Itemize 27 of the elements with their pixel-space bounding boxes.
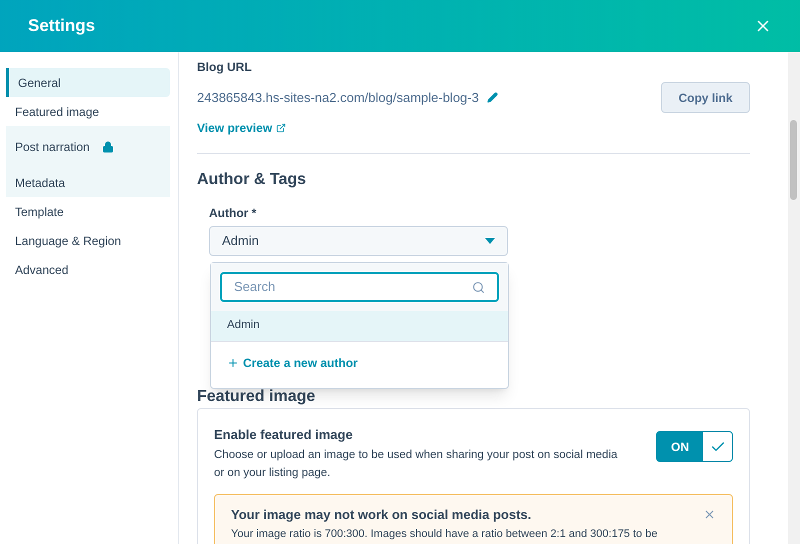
search-field[interactable]: Search xyxy=(220,272,499,302)
option-description: Choose or upload an image to be used when sharing your post on social media or on your listing page. xyxy=(214,448,618,480)
external-link-icon xyxy=(276,123,286,133)
field-label: Author * xyxy=(209,205,258,222)
search-icon xyxy=(472,280,485,294)
caret-icon xyxy=(485,238,495,244)
lock-icon xyxy=(102,141,114,153)
section-heading: Featured image xyxy=(197,388,316,406)
create-author-link[interactable]: Create a new author xyxy=(211,354,508,372)
sidebar-item[interactable]: Metadata xyxy=(6,168,170,197)
warning-text: Your image ratio is 700:300. Images should have a ratio between 2:1 and 300:175 to be xyxy=(231,528,658,540)
field-label: Blog URL xyxy=(197,59,253,76)
window-title: Settings xyxy=(28,15,96,38)
sidebar-item[interactable]: Post narration xyxy=(6,126,170,168)
option-title: Enable featured image xyxy=(214,426,354,444)
dropdown-option[interactable]: Admin xyxy=(211,311,508,342)
toggle-switch[interactable]: ON xyxy=(656,431,733,462)
edit-icon[interactable] xyxy=(486,92,498,103)
sidebar-item[interactable]: General xyxy=(6,68,170,97)
author-select[interactable]: Admin xyxy=(209,226,508,256)
close-icon[interactable] xyxy=(703,508,716,521)
blog-url: 243865843.hs-sites-na2.com/blog/sample-blog-3 xyxy=(197,88,479,107)
copy-link-button[interactable]: Copy link xyxy=(661,82,750,113)
warning-title: Your image may not work on social media posts. xyxy=(231,506,532,522)
section-heading: Author & Tags xyxy=(197,170,308,190)
view-preview-link[interactable]: View preview xyxy=(197,119,272,137)
plus-icon xyxy=(227,357,239,369)
